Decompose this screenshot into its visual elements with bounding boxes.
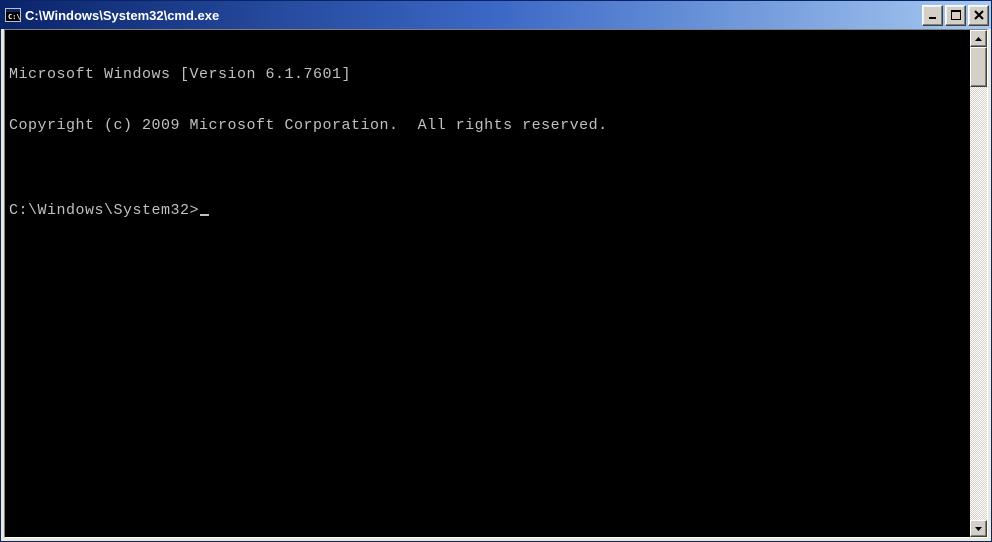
- scroll-track[interactable]: [970, 47, 987, 520]
- vertical-scrollbar[interactable]: [970, 30, 987, 537]
- app-icon: C:\: [5, 7, 21, 23]
- window-title: C:\Windows\System32\cmd.exe: [25, 8, 920, 23]
- console-prompt: C:\Windows\System32>: [9, 202, 199, 219]
- console-line: Copyright (c) 2009 Microsoft Corporation…: [9, 117, 966, 134]
- titlebar[interactable]: C:\ C:\Windows\System32\cmd.exe: [1, 1, 991, 29]
- cursor: [200, 214, 209, 216]
- maximize-button[interactable]: [945, 5, 966, 26]
- scroll-down-button[interactable]: [970, 520, 987, 537]
- cmd-window: C:\ C:\Windows\System32\cmd.exe Microsof…: [0, 0, 992, 542]
- console-output[interactable]: Microsoft Windows [Version 6.1.7601] Cop…: [5, 30, 970, 537]
- console-prompt-line: C:\Windows\System32>: [9, 202, 966, 219]
- close-button[interactable]: [968, 5, 989, 26]
- minimize-button[interactable]: [922, 5, 943, 26]
- scroll-thumb[interactable]: [970, 47, 987, 87]
- client-area: Microsoft Windows [Version 6.1.7601] Cop…: [4, 29, 988, 538]
- svg-text:C:\: C:\: [8, 13, 21, 21]
- console-line: Microsoft Windows [Version 6.1.7601]: [9, 66, 966, 83]
- scroll-up-button[interactable]: [970, 30, 987, 47]
- window-controls: [920, 5, 989, 26]
